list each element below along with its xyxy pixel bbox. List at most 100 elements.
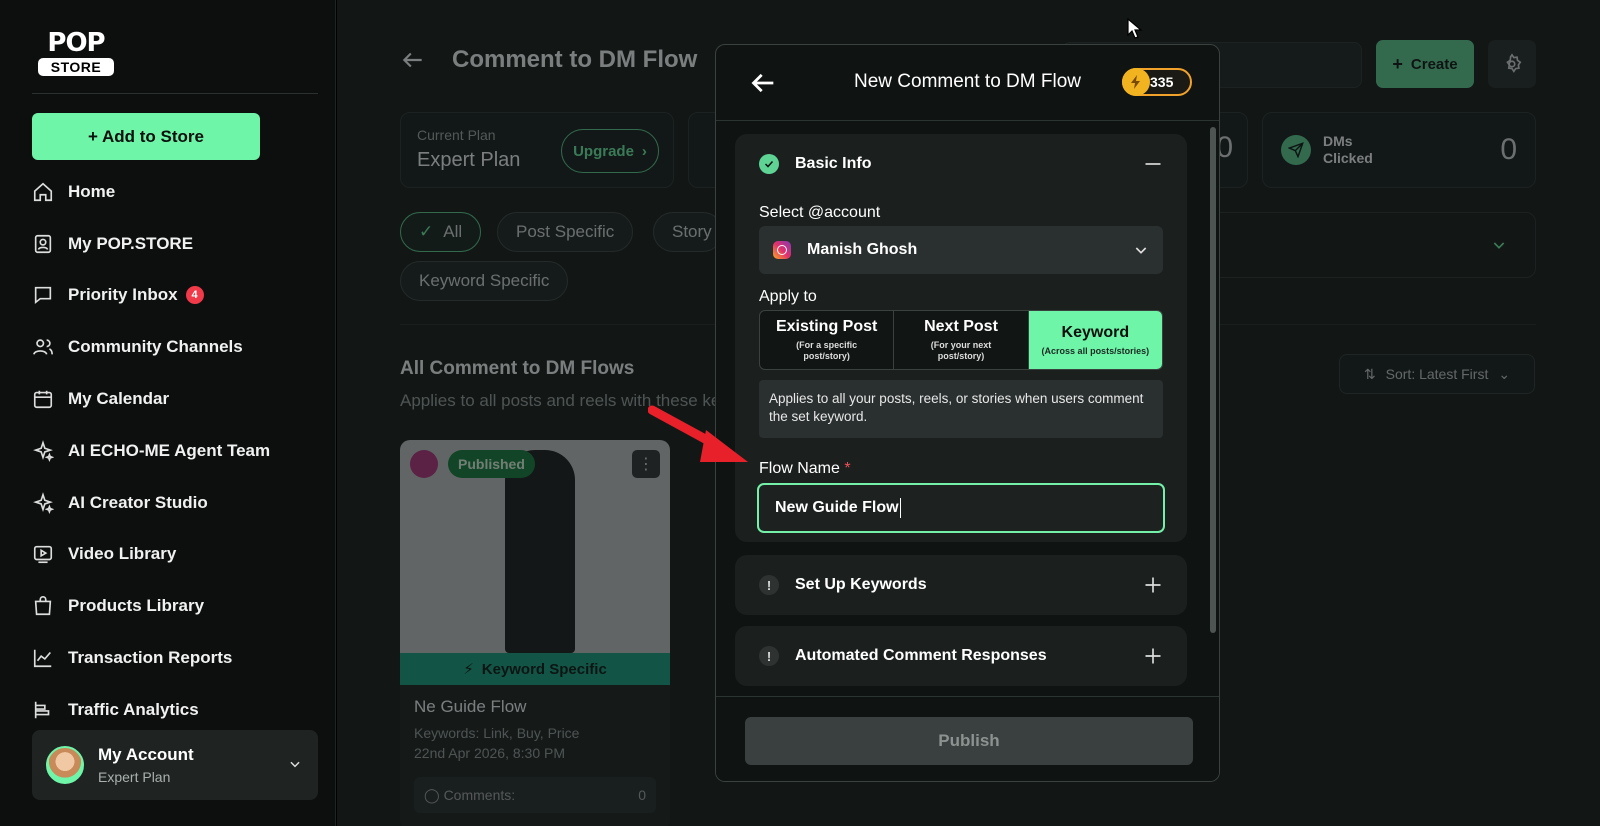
calendar-icon bbox=[33, 390, 53, 409]
chevron-down-icon bbox=[1493, 242, 1505, 249]
settings-button[interactable] bbox=[1488, 40, 1536, 88]
account-select[interactable]: Manish Ghosh bbox=[759, 226, 1163, 274]
option-label: Existing Post bbox=[775, 318, 878, 335]
expand-plus-icon[interactable] bbox=[1143, 575, 1163, 595]
account-filter-dropdown[interactable] bbox=[1190, 212, 1536, 278]
bolt-icon: ⚡ bbox=[463, 661, 474, 678]
dms-label-line1: DMs bbox=[1323, 133, 1353, 149]
product-image: Published ⋮ bbox=[400, 440, 670, 653]
sort-icon: ⇅ bbox=[1363, 365, 1376, 382]
gear-icon bbox=[1506, 53, 1522, 73]
basic-info-section: Basic Info Select @account Manish Ghosh … bbox=[735, 134, 1187, 542]
apply-to-segmented-control: Existing Post (For a specific post/story… bbox=[759, 310, 1163, 370]
dms-clicked-card: DMs Clicked 0 bbox=[1262, 112, 1536, 188]
sidebar-item-label: Priority Inbox bbox=[68, 285, 178, 305]
sidebar-item-priority-inbox[interactable]: Priority Inbox 4 bbox=[32, 270, 322, 322]
dms-clicked-value: 0 bbox=[1500, 133, 1517, 166]
chat-icon bbox=[34, 287, 52, 305]
pop-store-logo[interactable]: POP STORE bbox=[38, 30, 114, 76]
sidebar-item-my-popstore[interactable]: My POP.STORE bbox=[32, 218, 322, 270]
status-badge: Published bbox=[448, 450, 535, 478]
keywords-section[interactable]: ! Set Up Keywords bbox=[735, 555, 1187, 615]
chip-label: Story bbox=[672, 222, 712, 241]
apply-helper-text: Applies to all your posts, reels, or sto… bbox=[759, 380, 1163, 438]
sidebar-nav: Home My POP.STORE Priority Inbox 4 Commu… bbox=[32, 166, 322, 736]
create-label: Create bbox=[1410, 55, 1458, 73]
option-label: Next Post bbox=[924, 318, 998, 335]
filter-chip-post-specific[interactable]: Post Specific bbox=[497, 212, 634, 252]
filter-chip-story[interactable]: Story bbox=[653, 212, 723, 252]
apply-option-next-post[interactable]: Next Post (For your next post/story) bbox=[894, 311, 1029, 369]
expand-plus-icon[interactable] bbox=[1143, 646, 1163, 666]
sort-dropdown[interactable]: ⇅ Sort: Latest First ⌄ bbox=[1339, 354, 1535, 394]
text-caret bbox=[899, 498, 901, 518]
modal-footer: Publish bbox=[716, 696, 1219, 781]
sparkle-icon bbox=[33, 491, 54, 514]
home-icon bbox=[33, 182, 53, 201]
back-arrow-icon[interactable] bbox=[400, 47, 426, 73]
check-icon: ✓ bbox=[419, 222, 434, 241]
account-plan: Expert Plan bbox=[98, 769, 171, 785]
sidebar-item-transaction-reports[interactable]: Transaction Reports bbox=[32, 632, 322, 684]
flow-name-input[interactable]: New Guide Flow bbox=[757, 483, 1165, 533]
apply-option-keyword[interactable]: Keyword (Across all posts/stories) bbox=[1028, 311, 1162, 369]
avatar bbox=[46, 746, 84, 784]
filter-chip-keyword-specific[interactable]: Keyword Specific bbox=[400, 261, 569, 301]
modal-scrollbar[interactable] bbox=[1210, 127, 1216, 633]
section-title: Automated Comment Responses bbox=[795, 647, 1047, 664]
publish-button[interactable]: Publish bbox=[745, 717, 1193, 765]
comments-value: 0 bbox=[638, 787, 646, 803]
apply-option-existing-post[interactable]: Existing Post (For a specific post/story… bbox=[760, 311, 895, 369]
dms-label-line2: Clicked bbox=[1323, 150, 1373, 166]
sparkle-icon bbox=[33, 440, 54, 462]
sidebar-item-community-channels[interactable]: Community Channels bbox=[32, 321, 322, 373]
sidebar-item-traffic-analytics[interactable]: Traffic Analytics bbox=[32, 684, 322, 736]
section-title: Basic Info bbox=[795, 155, 872, 172]
current-plan-card: Current Plan Expert Plan Upgrade › bbox=[400, 112, 674, 188]
sort-label: Sort: Latest First bbox=[1385, 366, 1489, 382]
basic-info-header[interactable]: Basic Info bbox=[735, 134, 1187, 194]
instagram-icon bbox=[773, 241, 791, 259]
collapse-minus-icon[interactable] bbox=[1143, 154, 1163, 174]
sidebar-item-label: Video Library bbox=[68, 544, 177, 564]
flow-type-strip: ⚡ Keyword Specific bbox=[400, 653, 670, 685]
sidebar-item-my-calendar[interactable]: My Calendar bbox=[32, 373, 322, 425]
option-sublabel: (For a specific post/story) bbox=[796, 340, 858, 361]
sidebar-item-home[interactable]: Home bbox=[32, 166, 322, 218]
sidebar-item-label: Transaction Reports bbox=[68, 648, 233, 668]
sidebar-item-label: Traffic Analytics bbox=[68, 699, 199, 719]
users-icon bbox=[33, 339, 53, 355]
sidebar-item-ai-creator-studio[interactable]: AI Creator Studio bbox=[32, 477, 322, 529]
comment-icon: ◯ bbox=[424, 786, 444, 803]
plus-icon: + bbox=[1392, 53, 1403, 74]
sidebar-item-ai-echo-me[interactable]: AI ECHO-ME Agent Team bbox=[32, 425, 322, 477]
account-select-value: Manish Ghosh bbox=[807, 241, 918, 258]
profile-card-icon bbox=[34, 234, 52, 253]
sidebar-item-video-library[interactable]: Video Library bbox=[32, 529, 322, 581]
upgrade-label: Upgrade bbox=[573, 142, 634, 160]
sidebar-item-label: Products Library bbox=[68, 596, 205, 616]
chevron-down-icon bbox=[1135, 247, 1147, 254]
account-name: My Account bbox=[98, 745, 194, 764]
upgrade-button[interactable]: Upgrade › bbox=[561, 129, 659, 173]
flow-card[interactable]: Published ⋮ ⚡ Keyword Specific Ne Guide … bbox=[400, 440, 670, 826]
dress-image bbox=[505, 450, 575, 653]
chip-label: Keyword Specific bbox=[419, 271, 550, 290]
account-menu[interactable]: My Account Expert Plan bbox=[32, 730, 318, 800]
chevron-down-icon: ⌄ bbox=[1498, 365, 1511, 382]
option-sublabel: (For your next post/story) bbox=[930, 340, 992, 361]
create-button[interactable]: + Create bbox=[1376, 40, 1474, 88]
modal-body[interactable]: Basic Info Select @account Manish Ghosh … bbox=[716, 122, 1219, 697]
keywords-header: ! Set Up Keywords bbox=[735, 555, 1187, 615]
flow-name: Ne Guide Flow bbox=[414, 697, 527, 716]
filter-chip-all[interactable]: ✓ All bbox=[400, 212, 482, 252]
video-icon bbox=[33, 546, 53, 564]
sidebar-item-products-library[interactable]: Products Library bbox=[32, 580, 322, 632]
mouse-cursor-icon bbox=[1127, 18, 1143, 39]
alert-icon: ! bbox=[759, 575, 779, 595]
responses-section[interactable]: ! Automated Comment Responses bbox=[735, 626, 1187, 686]
unread-count-badge: 4 bbox=[185, 286, 204, 305]
page-title: Comment to DM Flow bbox=[452, 46, 698, 73]
section-title: All Comment to DM Flows bbox=[400, 358, 635, 379]
add-to-store-button[interactable]: + Add to Store bbox=[32, 113, 260, 160]
